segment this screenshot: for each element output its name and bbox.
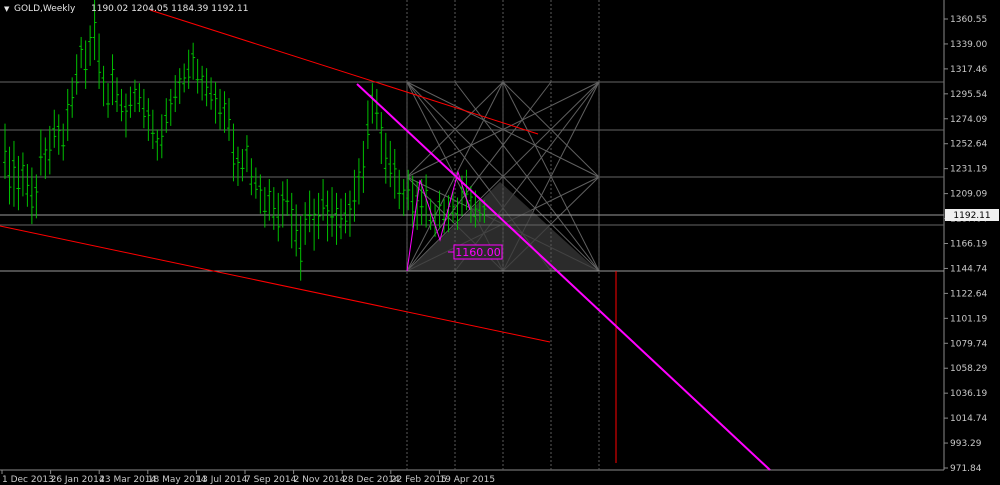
price-tick-label: 1079.74	[950, 339, 987, 349]
price-tick-label: 1122.64	[950, 289, 987, 299]
price-tick-label: 1014.74	[950, 414, 987, 424]
price-tick-label: 1360.55	[950, 15, 987, 25]
time-tick-label: 1 Dec 2013	[2, 475, 54, 485]
time-tick-label: 13 Jul 2014	[196, 475, 247, 485]
price-tick-label: 1295.54	[950, 90, 987, 100]
price-tick-label: 1058.29	[950, 364, 987, 374]
price-tick-label: 1144.74	[950, 264, 987, 274]
price-tick-label: 1339.00	[950, 40, 987, 50]
current-price-badge-text: 1192.11	[953, 211, 990, 221]
time-tick-label: 26 Jan 2014	[51, 475, 105, 485]
time-tick-label: 19 Apr 2015	[439, 475, 495, 485]
price-label-text: 1160.00	[455, 246, 501, 259]
price-tick-label: 971.84	[950, 464, 982, 474]
time-tick-label: 7 Sep 2014	[245, 475, 297, 485]
price-tick-label: 1252.64	[950, 140, 987, 150]
symbol-title: GOLD,Weekly	[14, 4, 76, 14]
price-tick-label: 993.29	[950, 439, 982, 449]
price-tick-label: 1101.19	[950, 314, 987, 324]
price-tick-label: 1274.09	[950, 115, 987, 125]
dropdown-arrow-icon[interactable]: ▼	[4, 5, 10, 13]
price-tick-label: 1231.19	[950, 165, 987, 175]
time-tick-label: 2 Nov 2014	[294, 475, 346, 485]
ohlc-values: 1190.02 1204.05 1184.39 1192.11	[91, 4, 248, 14]
gold-weekly-chart[interactable]: 1160.00 ▼ GOLD,Weekly 1190.02 1204.05 11…	[0, 0, 1000, 485]
price-tick-label: 1036.19	[950, 389, 987, 399]
price-tick-label: 1317.46	[950, 65, 987, 75]
price-tick-label: 1166.19	[950, 240, 987, 250]
price-tick-label: 1209.09	[950, 190, 987, 200]
